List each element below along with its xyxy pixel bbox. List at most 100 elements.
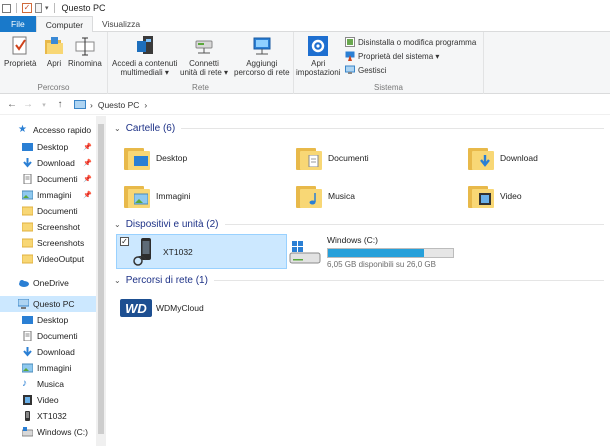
back-arrow-icon[interactable]: ← (4, 99, 20, 110)
collapse-chevron-icon[interactable]: ⌄ (114, 220, 121, 229)
sidebar-item-quick-access[interactable]: ★ Accesso rapido (0, 122, 96, 138)
media-access-button[interactable]: Accedi a contenuti multimediali ▾ (112, 35, 177, 77)
toolbar-separator (53, 3, 55, 13)
sidebar-item-label: Musica (37, 379, 64, 389)
breadcrumb-item-this-pc[interactable]: Questo PC (98, 100, 140, 110)
folder-desktop[interactable]: Desktop (124, 145, 187, 171)
ribbon-group-percorso: Proprietà Apri Rinomina Percorso (0, 32, 108, 94)
folder-video[interactable]: Video (468, 183, 522, 209)
network-wdmycloud[interactable]: WD WDMyCloud (120, 296, 204, 320)
tab-computer[interactable]: Computer (35, 16, 94, 33)
breadcrumb-chevron-icon[interactable]: › (90, 100, 93, 110)
desktop-icon (22, 315, 33, 325)
computer-icon (17, 298, 30, 309)
open-settings-label-2: impostazioni (296, 68, 341, 77)
folder-label: Documenti (328, 153, 369, 163)
sidebar-item-videooutput[interactable]: VideoOutput (0, 251, 96, 267)
collapse-chevron-icon[interactable]: ⌄ (114, 124, 121, 133)
tab-visualizza[interactable]: Visualizza (93, 16, 149, 32)
rename-button[interactable]: Rinomina (68, 35, 102, 68)
sidebar-item-label: Windows (C:) (37, 427, 89, 437)
breadcrumb-chevron-icon[interactable]: › (144, 100, 147, 110)
network-location-label: WDMyCloud (156, 303, 204, 313)
manage-label: Gestisci (358, 65, 387, 75)
uninstall-program-button[interactable]: Disinstalla o modifica programma (345, 37, 476, 47)
system-properties-button[interactable]: Proprietà del sistema ▾ (345, 51, 439, 61)
breadcrumb[interactable]: › Questo PC › (74, 100, 147, 110)
properties-check-icon[interactable]: ✓ (22, 3, 32, 13)
sidebar-item-xt1032[interactable]: XT1032 (0, 408, 96, 424)
properties-label: Proprietà (4, 59, 37, 68)
sidebar-item-windows-c[interactable]: Windows (C:) (0, 424, 96, 440)
cloud-icon (18, 278, 29, 288)
section-header-cartelle[interactable]: ⌄ Cartelle (6) (114, 123, 604, 134)
sidebar-item-this-pc[interactable]: Questo PC (0, 296, 96, 312)
settings-gear-icon (307, 35, 329, 57)
sidebar-item-desktop[interactable]: Desktop 📌 (0, 139, 96, 155)
scrollbar-thumb[interactable] (98, 124, 104, 434)
sidebar-item-label: Download (37, 347, 75, 357)
manage-button[interactable]: Gestisci (345, 65, 386, 75)
open-button[interactable]: Apri (43, 35, 65, 68)
open-folder-icon (43, 35, 65, 57)
drive-usage-fill (328, 248, 424, 257)
sidebar-item-immagini[interactable]: Immagini 📌 (0, 187, 96, 203)
sidebar-item-documenti[interactable]: Documenti 📌 (0, 171, 96, 187)
sidebar-item-pc-musica[interactable]: ♪ Musica (0, 376, 96, 392)
add-network-location-button[interactable]: Aggiungi percorso di rete (234, 35, 290, 77)
device-xt1032[interactable]: ✓ XT1032 (116, 234, 287, 269)
window-icon[interactable] (2, 3, 11, 13)
new-folder-icon[interactable] (35, 3, 42, 13)
pin-icon[interactable]: 📌 (83, 191, 92, 199)
map-network-drive-button[interactable]: Connetti unità di rete ▾ (180, 35, 228, 77)
folder-documenti[interactable]: Documenti (296, 145, 369, 171)
sidebar-item-pc-download[interactable]: Download (0, 344, 96, 360)
sidebar-item-download[interactable]: Download 📌 (0, 155, 96, 171)
network-location-icon (251, 35, 273, 57)
pin-icon[interactable]: 📌 (83, 159, 92, 167)
folder-musica[interactable]: Musica (296, 183, 355, 209)
forward-arrow-icon[interactable]: → (20, 99, 36, 110)
download-arrow-icon (22, 158, 33, 168)
quick-access-toolbar: ✓ ▾ (0, 3, 57, 13)
sidebar-item-label: Immagini (37, 363, 72, 373)
selection-checkbox[interactable]: ✓ (120, 237, 129, 246)
collapse-chevron-icon[interactable]: ⌄ (114, 276, 121, 285)
sidebar-item-screenshot[interactable]: Screenshot (0, 219, 96, 235)
wd-logo-icon: WD (120, 298, 152, 318)
group-label-sistema: Sistema (374, 83, 403, 92)
section-header-rete[interactable]: ⌄ Percorsi di rete (1) (114, 275, 604, 286)
section-title: Dispositivi e unità (2) (125, 219, 219, 230)
sidebar-item-pc-desktop[interactable]: Desktop (0, 312, 96, 328)
open-settings-button[interactable]: Apri impostazioni (296, 35, 340, 77)
open-label: Apri (46, 59, 62, 68)
sidebar-item-label: Download (37, 158, 75, 168)
tab-file[interactable]: File (0, 16, 36, 32)
recent-locations-chevron-icon[interactable]: ▾ (36, 101, 52, 109)
up-arrow-icon[interactable]: ↑ (52, 99, 68, 110)
sidebar-item-pc-video[interactable]: Video (0, 392, 96, 408)
pin-icon[interactable]: 📌 (83, 175, 92, 183)
sidebar-item-pc-immagini[interactable]: Immagini (0, 360, 96, 376)
sidebar-item-pc-documenti[interactable]: Documenti (0, 328, 96, 344)
sidebar-item-label: OneDrive (33, 278, 69, 288)
folder-immagini[interactable]: Immagini (124, 183, 190, 209)
sidebar-item-screenshots[interactable]: Screenshots (0, 235, 96, 251)
folder-label: Immagini (156, 191, 191, 201)
phone-icon (131, 237, 157, 267)
sidebar-item-onedrive[interactable]: OneDrive (0, 275, 96, 291)
media-access-label-2: multimediali ▾ (120, 68, 169, 77)
music-folder-icon (296, 183, 324, 209)
this-pc-icon (74, 100, 86, 109)
customize-toolbar-chevron-icon[interactable]: ▾ (45, 4, 49, 12)
pin-icon[interactable]: 📌 (83, 143, 92, 151)
folder-download[interactable]: Download (468, 145, 538, 171)
documents-folder-icon (296, 145, 324, 171)
group-label-percorso: Percorso (37, 83, 70, 92)
drive-windows-c[interactable]: Windows (C:) 6,05 GB disponibili su 26,0… (289, 234, 479, 269)
section-header-dispositivi[interactable]: ⌄ Dispositivi e unità (2) (114, 219, 604, 230)
navigation-scrollbar[interactable] (96, 116, 106, 446)
sidebar-item-documenti-folder[interactable]: Documenti (0, 203, 96, 219)
properties-button[interactable]: Proprietà (4, 35, 36, 68)
system-properties-icon (345, 51, 355, 61)
